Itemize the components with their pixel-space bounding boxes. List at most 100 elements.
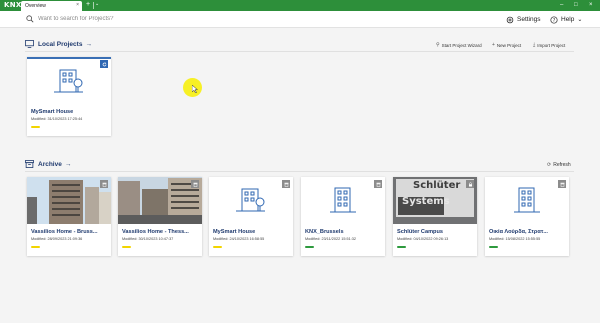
- settings-label: Settings: [517, 16, 541, 23]
- help-label: Help: [561, 16, 575, 23]
- card-modified: Modified: 23/11/2022 15:51:32: [305, 237, 357, 241]
- street-photo: [118, 177, 202, 224]
- chevron-down-icon: ⌄: [577, 17, 583, 23]
- add-tab-icon[interactable]: +: [86, 1, 90, 9]
- search-icon: [26, 15, 34, 23]
- archive-icon: [25, 160, 34, 168]
- card-modified: Modified: 04/10/2022 09:26:13: [397, 237, 449, 241]
- house-icon: [54, 69, 83, 93]
- refresh-icon: ⟳: [547, 162, 552, 168]
- building-icon: [330, 187, 356, 213]
- wand-icon: ⚲: [436, 42, 440, 48]
- status-tag: [31, 126, 40, 128]
- sign-line-1: Schlüter: [413, 180, 461, 191]
- title-bar: KNX Overview × + ⌄ – □ ×: [0, 0, 600, 11]
- card-thumbnail: [209, 177, 293, 224]
- import-icon: ⤓: [533, 42, 536, 48]
- archive-card[interactable]: Schlüter Systems Schlüter Campus Modifie…: [393, 177, 477, 256]
- archive-card[interactable]: Vassilios Home - Thess... Modified: 30/1…: [118, 177, 202, 256]
- archive-box-icon: [560, 182, 564, 187]
- divider: [25, 171, 574, 172]
- tab-close-icon[interactable]: ×: [76, 2, 79, 8]
- maximize-icon[interactable]: □: [574, 1, 578, 9]
- tab-overview[interactable]: Overview ×: [21, 1, 82, 11]
- settings-button[interactable]: Settings: [506, 14, 541, 25]
- card-title: Vassilios Home - Thess...: [122, 229, 189, 235]
- tab-separator: [93, 2, 94, 9]
- card-thumbnail-photo: [27, 177, 111, 224]
- mouse-pointer-icon: [192, 85, 198, 93]
- status-tag: [489, 246, 498, 248]
- house-icon: [236, 188, 265, 212]
- knx-logo: KNX: [4, 1, 22, 9]
- start-project-wizard-button[interactable]: ⚲ Start Project Wizard: [436, 42, 482, 48]
- status-tag: [305, 246, 314, 248]
- archive-card[interactable]: MySmart House Modified: 24/10/2023 16:58…: [209, 177, 293, 256]
- card-thumbnail-photo: [118, 177, 202, 224]
- tab-menu-icon[interactable]: ⌄: [95, 1, 99, 7]
- sync-button[interactable]: [100, 60, 108, 68]
- archive-badge[interactable]: [282, 180, 290, 188]
- card-title: MySmart House: [213, 229, 256, 235]
- card-thumbnail-photo: Schlüter Systems: [393, 177, 477, 224]
- card-title: Schlüter Campus: [397, 229, 444, 235]
- archive-card[interactable]: KNX_Brussels Modified: 23/11/2022 15:51:…: [301, 177, 385, 256]
- card-modified: Modified: 15/08/2022 15:55:55: [489, 237, 541, 241]
- project-card-mysmart-house-local[interactable]: MySmart House Modified: 31/10/2023 17:25…: [27, 57, 111, 136]
- archive-box-icon: [376, 182, 380, 187]
- import-project-button[interactable]: ⤓ Import Project: [533, 42, 565, 48]
- arrow-right-icon: →: [85, 40, 92, 48]
- toolbar: Settings ? Help ⌄: [0, 11, 600, 28]
- close-icon[interactable]: ×: [589, 1, 593, 9]
- status-tag: [31, 246, 40, 248]
- archive-box-icon: [284, 182, 288, 187]
- help-icon: ?: [550, 15, 558, 23]
- building-photo: [27, 177, 111, 224]
- archive-card[interactable]: Vassilios Home - Bruss... Modified: 28/0…: [27, 177, 111, 256]
- import-project-label: Import Project: [537, 42, 566, 48]
- start-wizard-label: Start Project Wizard: [441, 42, 482, 48]
- archive-badge[interactable]: [374, 180, 382, 188]
- new-project-label: New Project: [496, 42, 522, 48]
- new-project-button[interactable]: + New Project: [492, 42, 521, 48]
- card-modified: Modified: 30/10/2023 10:47:37: [122, 237, 174, 241]
- sign-line-2: Systems: [402, 196, 450, 207]
- status-tag: [122, 246, 131, 248]
- local-projects-label: Local Projects: [38, 40, 83, 48]
- lock-icon: [468, 181, 472, 186]
- card-thumbnail: [485, 177, 569, 224]
- card-thumbnail: [27, 59, 111, 104]
- plus-icon: +: [492, 42, 495, 48]
- arrow-right-icon: →: [64, 160, 72, 168]
- archive-box-icon: [102, 182, 106, 187]
- local-projects-heading[interactable]: Local Projects →: [25, 40, 92, 48]
- help-button[interactable]: ? Help ⌄: [550, 14, 582, 25]
- archive-badge[interactable]: [558, 180, 566, 188]
- archive-box-icon: [193, 182, 197, 187]
- monitor-icon: [25, 40, 34, 48]
- refresh-button[interactable]: ⟳ Refresh: [547, 162, 571, 168]
- refresh-label: Refresh: [553, 162, 571, 168]
- gear-icon: [506, 16, 514, 23]
- archive-card[interactable]: Οικία Λούρδα, Στρατ... Modified: 15/08/2…: [485, 177, 569, 256]
- lock-badge[interactable]: [466, 180, 474, 188]
- search-input[interactable]: [38, 13, 238, 25]
- card-modified: Modified: 24/10/2023 16:58:55: [213, 237, 265, 241]
- card-modified: Modified: 31/10/2023 17:25:44: [31, 117, 83, 121]
- tab-label: Overview: [25, 2, 46, 9]
- card-thumbnail: [301, 177, 385, 224]
- divider: [25, 51, 574, 52]
- status-tag: [213, 246, 222, 248]
- card-title: Οικία Λούρδα, Στρατ...: [489, 229, 548, 235]
- card-title: Vassilios Home - Bruss...: [31, 229, 98, 235]
- archive-label: Archive: [38, 160, 62, 168]
- status-tag: [397, 246, 406, 248]
- refresh-icon: [102, 61, 106, 66]
- card-title: KNX_Brussels: [305, 229, 344, 235]
- card-title: MySmart House: [31, 109, 74, 115]
- archive-heading[interactable]: Archive →: [25, 160, 71, 168]
- archive-badge[interactable]: [191, 180, 199, 188]
- archive-badge[interactable]: [100, 180, 108, 188]
- minimize-icon[interactable]: –: [560, 1, 563, 9]
- card-modified: Modified: 28/09/2023 21:09:36: [31, 237, 83, 241]
